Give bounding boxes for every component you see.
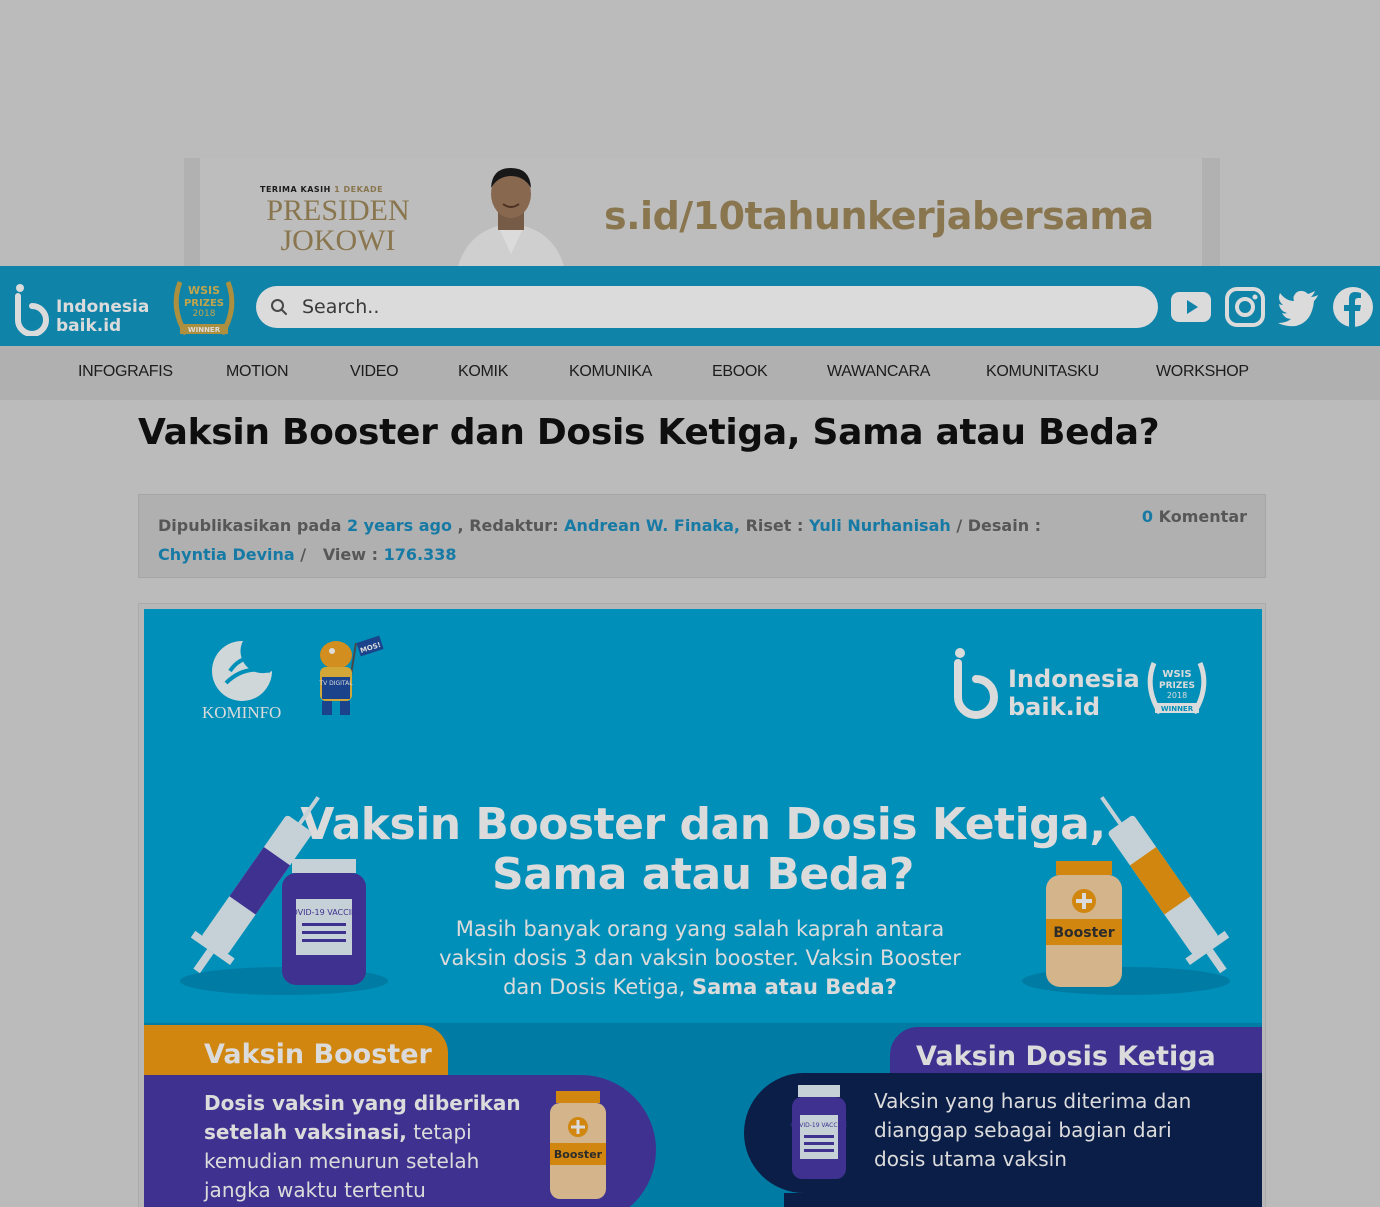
banner-tagline: TERIMA KASIH 1 DEKADE: [260, 185, 383, 194]
nav-ebook[interactable]: EBOOK: [712, 363, 768, 381]
wsis-line2: PRIZES: [184, 298, 224, 309]
banner-president-line1: PRESIDEN: [266, 194, 410, 227]
ib-logo-line1: Indonesia: [1008, 665, 1140, 693]
nav-komunika[interactable]: KOMUNIKA: [569, 363, 652, 381]
wsis-award-badge: WSIS PRIZES 2018 WINNER: [173, 281, 235, 336]
kominfo-logo-icon: [212, 640, 272, 701]
left-syringe-vial-illustration: COVID-19 VACCINE: [180, 796, 388, 995]
article-meta-text: Dipublikasikan pada 2 years ago , Redakt…: [158, 511, 1058, 569]
ib-wsis-line2: PRIZES: [1159, 681, 1195, 691]
nav-video[interactable]: VIDEO: [350, 363, 399, 381]
research-link[interactable]: Yuli Nurhanisah: [809, 516, 951, 535]
ib-logo-icon: [954, 648, 998, 719]
view-count: 176.338: [383, 545, 457, 564]
ib-logo-text: Indonesia baik.id: [1008, 665, 1140, 721]
ib-wsis-line4: WINNER: [1161, 705, 1194, 713]
mascot-tv-text: TV DIGITAL: [318, 680, 353, 687]
design-label: / Desain :: [956, 516, 1042, 535]
logo-line2: baik.id: [56, 316, 122, 336]
editor-link[interactable]: Andrean W. Finaka,: [564, 516, 740, 535]
main-nav: INFOGRAFIS MOTION VIDEO KOMIK KOMUNIKA E…: [0, 346, 1380, 400]
article-meta: Dipublikasikan pada 2 years ago , Redakt…: [138, 494, 1266, 578]
left-vial-label: COVID-19 VACCINE: [286, 908, 362, 917]
wsis-line1: WSIS: [188, 284, 220, 297]
third-dose-description: Vaksin yang harus diterima dan dianggap …: [874, 1089, 1192, 1171]
infographic-ib-logo: Indonesia baik.id WSIS PRIZES 2018 WINNE…: [952, 637, 1212, 727]
article-title: Vaksin Booster dan Dosis Ketiga, Sama at…: [138, 412, 1160, 453]
logo-text: Indonesia baik.id: [56, 298, 149, 336]
editor-label: , Redaktur:: [457, 516, 559, 535]
booster-vial-icon: Booster: [550, 1091, 606, 1199]
published-date-link[interactable]: 2 years ago: [347, 516, 452, 535]
banner-decade: 1 DEKADE: [334, 185, 384, 194]
ib-logo-line2: baik.id: [1008, 693, 1101, 721]
nav-wawancara[interactable]: WAWANCARA: [827, 363, 930, 381]
booster-panel: Dosis vaksin yang diberikan setelah vaks…: [144, 1075, 656, 1207]
banner-president-line2: JOKOWI: [280, 224, 396, 257]
facebook-icon[interactable]: [1330, 284, 1376, 330]
comment-label: Komentar: [1158, 507, 1247, 526]
intro-bold: Sama atau Beda?: [691, 975, 897, 999]
site-logo[interactable]: Indonesia baik.id: [14, 276, 154, 336]
right-vial-label: Booster: [1053, 925, 1114, 941]
logo-line1: Indonesia: [56, 297, 150, 317]
president-photo: [458, 168, 564, 266]
kominfo-label: KOMINFO: [202, 703, 282, 722]
third-dose-panel-extension: [784, 1193, 1262, 1207]
top-banner-frame: TERIMA KASIH 1 DEKADE PRESIDEN JOKOWI s.…: [184, 158, 1220, 266]
mascot-icon: MOS! TV DIGITAL: [318, 635, 384, 715]
wsis-line3: 2018: [193, 309, 216, 319]
third-dose-panel: COVID-19 VACCINE Vaksin yang harus diter…: [744, 1073, 1262, 1193]
site-header: Indonesia baik.id WSIS PRIZES 2018 WINNE…: [0, 266, 1380, 346]
search-bar[interactable]: [256, 286, 1158, 328]
banner-president-text: PRESIDEN JOKOWI: [258, 196, 418, 256]
infographic-intro: Masih banyak orang yang salah kaprah ant…: [424, 915, 976, 1002]
view-label: View :: [322, 545, 379, 564]
design-link[interactable]: Chyntia Devina: [158, 545, 295, 564]
research-label: Riset :: [745, 516, 804, 535]
banner-thanks: TERIMA KASIH: [260, 185, 331, 194]
published-label: Dipublikasikan pada: [158, 516, 342, 535]
ib-wsis-line3: 2018: [1167, 691, 1187, 700]
comment-count[interactable]: 0 Komentar: [1142, 507, 1247, 526]
search-input[interactable]: [302, 292, 1122, 322]
meta-separator: /: [300, 545, 307, 564]
nav-komunitasku[interactable]: KOMUNITASKU: [986, 363, 1099, 381]
right-syringe-vial-illustration: Booster: [1022, 796, 1230, 995]
booster-description: Dosis vaksin yang diberikan setelah vaks…: [204, 1089, 544, 1205]
twitter-icon[interactable]: [1276, 284, 1322, 330]
banner-url: s.id/10tahunkerjabersama: [604, 194, 1154, 238]
booster-vial-label: Booster: [554, 1148, 603, 1161]
nav-motion[interactable]: MOTION: [226, 363, 289, 381]
nav-infografis[interactable]: INFOGRAFIS: [78, 363, 173, 381]
booster-tag: Vaksin Booster: [144, 1025, 448, 1081]
instagram-icon[interactable]: [1222, 284, 1268, 330]
nav-workshop[interactable]: WORKSHOP: [1156, 363, 1249, 381]
infographic-frame: KOMINFO MOS! TV DIGITAL Indonesia baik.i…: [138, 603, 1266, 1207]
ib-wsis-line1: WSIS: [1162, 669, 1191, 680]
third-dose-vial-label: COVID-19 VACCINE: [790, 1122, 847, 1129]
comment-count-number: 0: [1141, 507, 1154, 526]
campaign-banner[interactable]: TERIMA KASIH 1 DEKADE PRESIDEN JOKOWI s.…: [200, 158, 1202, 266]
third-dose-vial-icon: COVID-19 VACCINE: [790, 1085, 848, 1179]
wsis-line4: WINNER: [188, 326, 221, 334]
ib-wsis-badge-icon: WSIS PRIZES 2018 WINNER: [1147, 662, 1207, 715]
booster-description-bold: Dosis vaksin yang diberikan setelah vaks…: [204, 1091, 521, 1144]
nav-komik[interactable]: KOMIK: [458, 363, 508, 381]
infographic-image: KOMINFO MOS! TV DIGITAL Indonesia baik.i…: [144, 609, 1262, 1207]
logo-b-icon: [15, 284, 49, 336]
youtube-icon[interactable]: [1168, 284, 1214, 330]
search-icon: [271, 299, 287, 315]
